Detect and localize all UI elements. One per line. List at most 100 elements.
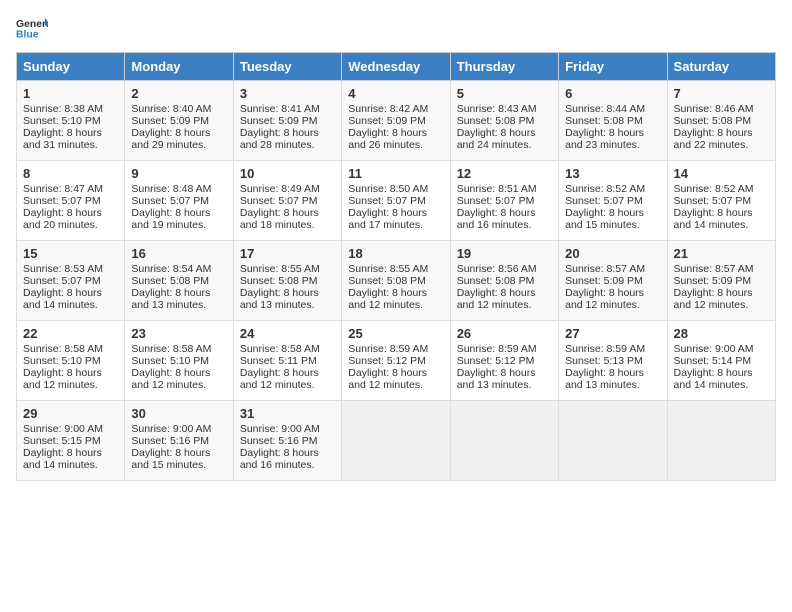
daylight-label: Daylight: 8 hours and 29 minutes. <box>131 127 210 151</box>
sunset-label: Sunset: 5:16 PM <box>131 435 209 447</box>
sunrise-label: Sunrise: 8:50 AM <box>348 183 428 195</box>
daylight-label: Daylight: 8 hours and 12 minutes. <box>348 367 427 391</box>
sunrise-label: Sunrise: 8:58 AM <box>131 343 211 355</box>
sunrise-label: Sunrise: 8:58 AM <box>240 343 320 355</box>
daylight-label: Daylight: 8 hours and 13 minutes. <box>131 287 210 311</box>
calendar-cell: 17 Sunrise: 8:55 AM Sunset: 5:08 PM Dayl… <box>233 241 341 321</box>
daylight-label: Daylight: 8 hours and 12 minutes. <box>23 367 102 391</box>
daylight-label: Daylight: 8 hours and 16 minutes. <box>457 207 536 231</box>
day-number: 25 <box>348 326 443 341</box>
sunset-label: Sunset: 5:08 PM <box>240 275 318 287</box>
day-header-thursday: Thursday <box>450 53 558 81</box>
sunrise-label: Sunrise: 8:51 AM <box>457 183 537 195</box>
sunrise-label: Sunrise: 9:00 AM <box>23 423 103 435</box>
calendar-cell: 14 Sunrise: 8:52 AM Sunset: 5:07 PM Dayl… <box>667 161 775 241</box>
svg-text:Blue: Blue <box>16 30 39 40</box>
sunset-label: Sunset: 5:09 PM <box>565 275 643 287</box>
daylight-label: Daylight: 8 hours and 14 minutes. <box>674 207 753 231</box>
day-number: 17 <box>240 246 335 261</box>
daylight-label: Daylight: 8 hours and 14 minutes. <box>23 447 102 471</box>
calendar-cell <box>559 401 667 481</box>
sunrise-label: Sunrise: 8:53 AM <box>23 263 103 275</box>
sunset-label: Sunset: 5:07 PM <box>23 275 101 287</box>
sunset-label: Sunset: 5:07 PM <box>674 195 752 207</box>
calendar-cell: 3 Sunrise: 8:41 AM Sunset: 5:09 PM Dayli… <box>233 81 341 161</box>
calendar-cell: 2 Sunrise: 8:40 AM Sunset: 5:09 PM Dayli… <box>125 81 233 161</box>
sunrise-label: Sunrise: 8:47 AM <box>23 183 103 195</box>
sunset-label: Sunset: 5:07 PM <box>23 195 101 207</box>
day-header-monday: Monday <box>125 53 233 81</box>
day-number: 2 <box>131 86 226 101</box>
logo-icon: General Blue <box>16 16 48 40</box>
sunrise-label: Sunrise: 8:55 AM <box>348 263 428 275</box>
day-number: 19 <box>457 246 552 261</box>
sunrise-label: Sunrise: 8:48 AM <box>131 183 211 195</box>
day-number: 18 <box>348 246 443 261</box>
calendar-cell: 21 Sunrise: 8:57 AM Sunset: 5:09 PM Dayl… <box>667 241 775 321</box>
day-number: 14 <box>674 166 769 181</box>
daylight-label: Daylight: 8 hours and 20 minutes. <box>23 207 102 231</box>
sunrise-label: Sunrise: 8:38 AM <box>23 103 103 115</box>
day-header-saturday: Saturday <box>667 53 775 81</box>
sunrise-label: Sunrise: 8:59 AM <box>457 343 537 355</box>
sunrise-label: Sunrise: 8:44 AM <box>565 103 645 115</box>
daylight-label: Daylight: 8 hours and 12 minutes. <box>674 287 753 311</box>
daylight-label: Daylight: 8 hours and 13 minutes. <box>240 287 319 311</box>
calendar-cell: 28 Sunrise: 9:00 AM Sunset: 5:14 PM Dayl… <box>667 321 775 401</box>
day-number: 4 <box>348 86 443 101</box>
day-number: 1 <box>23 86 118 101</box>
daylight-label: Daylight: 8 hours and 23 minutes. <box>565 127 644 151</box>
sunset-label: Sunset: 5:15 PM <box>23 435 101 447</box>
sunrise-label: Sunrise: 8:49 AM <box>240 183 320 195</box>
day-number: 8 <box>23 166 118 181</box>
sunset-label: Sunset: 5:07 PM <box>348 195 426 207</box>
daylight-label: Daylight: 8 hours and 18 minutes. <box>240 207 319 231</box>
calendar-cell <box>667 401 775 481</box>
sunrise-label: Sunrise: 8:59 AM <box>565 343 645 355</box>
day-number: 29 <box>23 406 118 421</box>
day-header-friday: Friday <box>559 53 667 81</box>
calendar-cell: 27 Sunrise: 8:59 AM Sunset: 5:13 PM Dayl… <box>559 321 667 401</box>
calendar-cell <box>450 401 558 481</box>
sunset-label: Sunset: 5:08 PM <box>565 115 643 127</box>
daylight-label: Daylight: 8 hours and 14 minutes. <box>23 287 102 311</box>
sunset-label: Sunset: 5:07 PM <box>131 195 209 207</box>
sunset-label: Sunset: 5:09 PM <box>131 115 209 127</box>
day-number: 28 <box>674 326 769 341</box>
calendar-cell: 6 Sunrise: 8:44 AM Sunset: 5:08 PM Dayli… <box>559 81 667 161</box>
daylight-label: Daylight: 8 hours and 13 minutes. <box>457 367 536 391</box>
sunrise-label: Sunrise: 8:57 AM <box>674 263 754 275</box>
calendar-cell: 10 Sunrise: 8:49 AM Sunset: 5:07 PM Dayl… <box>233 161 341 241</box>
calendar-cell: 19 Sunrise: 8:56 AM Sunset: 5:08 PM Dayl… <box>450 241 558 321</box>
sunset-label: Sunset: 5:08 PM <box>457 275 535 287</box>
day-number: 16 <box>131 246 226 261</box>
sunset-label: Sunset: 5:08 PM <box>131 275 209 287</box>
sunrise-label: Sunrise: 8:43 AM <box>457 103 537 115</box>
svg-text:General: General <box>16 19 48 30</box>
calendar-cell: 15 Sunrise: 8:53 AM Sunset: 5:07 PM Dayl… <box>17 241 125 321</box>
header: General Blue <box>16 16 776 40</box>
day-number: 30 <box>131 406 226 421</box>
calendar-cell: 5 Sunrise: 8:43 AM Sunset: 5:08 PM Dayli… <box>450 81 558 161</box>
sunset-label: Sunset: 5:07 PM <box>240 195 318 207</box>
sunset-label: Sunset: 5:10 PM <box>23 115 101 127</box>
daylight-label: Daylight: 8 hours and 28 minutes. <box>240 127 319 151</box>
daylight-label: Daylight: 8 hours and 12 minutes. <box>457 287 536 311</box>
calendar-cell: 20 Sunrise: 8:57 AM Sunset: 5:09 PM Dayl… <box>559 241 667 321</box>
sunrise-label: Sunrise: 9:00 AM <box>674 343 754 355</box>
sunset-label: Sunset: 5:07 PM <box>457 195 535 207</box>
calendar-cell: 18 Sunrise: 8:55 AM Sunset: 5:08 PM Dayl… <box>342 241 450 321</box>
daylight-label: Daylight: 8 hours and 31 minutes. <box>23 127 102 151</box>
day-number: 20 <box>565 246 660 261</box>
daylight-label: Daylight: 8 hours and 14 minutes. <box>674 367 753 391</box>
logo: General Blue <box>16 16 48 40</box>
sunrise-label: Sunrise: 8:46 AM <box>674 103 754 115</box>
day-number: 31 <box>240 406 335 421</box>
sunset-label: Sunset: 5:09 PM <box>348 115 426 127</box>
calendar-cell: 22 Sunrise: 8:58 AM Sunset: 5:10 PM Dayl… <box>17 321 125 401</box>
day-number: 5 <box>457 86 552 101</box>
daylight-label: Daylight: 8 hours and 22 minutes. <box>674 127 753 151</box>
sunset-label: Sunset: 5:08 PM <box>674 115 752 127</box>
daylight-label: Daylight: 8 hours and 12 minutes. <box>131 367 210 391</box>
calendar-cell: 7 Sunrise: 8:46 AM Sunset: 5:08 PM Dayli… <box>667 81 775 161</box>
